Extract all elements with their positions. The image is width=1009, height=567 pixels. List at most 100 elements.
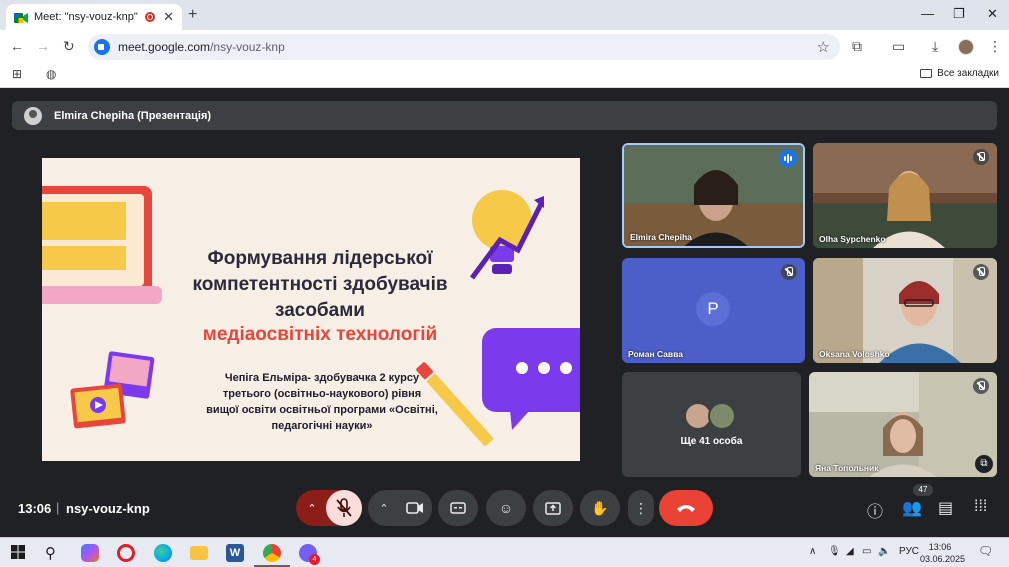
mic-off-icon <box>336 498 352 517</box>
more-vert-icon: ⋮ <box>634 499 648 516</box>
tray-mic-icon[interactable]: 🎙 <box>828 546 841 557</box>
edge-icon[interactable] <box>154 544 172 562</box>
battery-icon[interactable]: ▭ <box>862 546 871 557</box>
input-language[interactable]: РУС <box>899 546 919 557</box>
slide-title-line1: Формування лідерської <box>207 248 433 269</box>
opera-icon[interactable] <box>117 544 135 562</box>
meeting-time: 13:06 <box>18 501 52 516</box>
file-explorer-icon[interactable] <box>190 546 208 560</box>
slide-subtitle-line4: педагогічні науки» <box>271 420 373 432</box>
photos-illustration <box>70 351 155 429</box>
video-feed-oksana <box>813 258 997 363</box>
copilot-icon[interactable] <box>81 544 99 562</box>
reload-icon[interactable]: ↻ <box>63 38 75 55</box>
word-icon[interactable]: W <box>226 544 244 562</box>
more-participants-tile[interactable]: Ще 41 особа <box>622 372 801 477</box>
system-clock[interactable]: 13:06 03.06.2025 <box>920 541 966 565</box>
slide-subtitle-line1: Чепіга Ельміра- здобувачка 2 курсу <box>224 372 420 384</box>
slide-subtitle-line3: вищої освіти освітньої програми «Освітні… <box>206 404 438 416</box>
chat-icon[interactable]: ▤ <box>938 498 953 518</box>
clock-date: 03.06.2025 <box>920 554 966 564</box>
tray-chevron-icon[interactable]: ∧ <box>809 546 816 557</box>
leave-call-button[interactable] <box>659 490 713 526</box>
restore-icon[interactable]: ❐ <box>953 6 965 22</box>
notifications-icon[interactable]: 🗨 <box>978 544 993 558</box>
participant-tile-elmira[interactable]: Elmira Chepiha <box>622 143 805 248</box>
participant-tile-yana[interactable]: Яна Топольник ⧉ <box>809 372 997 477</box>
hand-icon: ✋ <box>591 499 609 516</box>
present-button[interactable] <box>533 490 573 526</box>
bookmark-star-icon[interactable]: ☆ <box>817 38 830 56</box>
activities-icon[interactable]: ⁞⁞⁞ <box>974 498 987 516</box>
url-path: /nsy-vouz-knp <box>210 40 285 54</box>
apps-grid-icon[interactable]: ⊞ <box>12 67 22 81</box>
clock-time: 13:06 <box>928 542 952 552</box>
address-bar[interactable]: meet.google.com/nsy-vouz-knp ☆ <box>88 34 840 60</box>
tile-name: Яна Топольник <box>815 463 879 473</box>
presenter-avatar <box>24 106 42 125</box>
slide-title-line3: засобами <box>275 300 365 321</box>
cast-icon[interactable]: ▭ <box>892 38 905 55</box>
windows-start-icon[interactable] <box>10 544 28 562</box>
frame-crop-icon[interactable]: ⧉ <box>975 455 993 473</box>
video-feed-yana <box>809 372 997 477</box>
more-options-button[interactable]: ⋮ <box>628 490 654 526</box>
camera-toggle-button[interactable] <box>398 490 432 526</box>
participant-tile-oksana[interactable]: Oksana Voloshko <box>813 258 997 363</box>
mic-muted-icon <box>973 378 989 394</box>
mic-toggle-button[interactable] <box>326 490 362 526</box>
all-bookmarks-label: Все закладки <box>937 68 999 79</box>
raise-hand-button[interactable]: ✋ <box>580 490 620 526</box>
tab-close-icon[interactable]: ✕ <box>163 9 174 25</box>
meet-stage: Elmira Chepiha (Презентація) Формування … <box>0 89 1009 537</box>
extensions-icon[interactable]: ⧉ <box>852 38 862 55</box>
laptop-illustration <box>42 186 162 304</box>
participant-tile-roman[interactable]: P Роман Савва <box>622 258 805 363</box>
captions-button[interactable] <box>438 490 478 526</box>
mic-muted-icon <box>973 264 989 280</box>
browser-tab-meet[interactable]: Meet: "nsy-vouz-knp" ✕ <box>6 4 182 30</box>
menu-kebab-icon[interactable]: ⋮ <box>988 38 1002 55</box>
chrome-icon[interactable] <box>263 544 281 562</box>
tile-name: Olha Sypchenko <box>819 234 886 244</box>
video-feed-olha <box>813 143 997 248</box>
viber-badge: 4 <box>309 554 320 565</box>
reactions-button[interactable]: ☺ <box>486 490 526 526</box>
windows-taskbar: ⚲ W 4 ∧ 🎙 ◢ ▭ 🔈 РУС 13:06 03.06.2025 🗨 <box>0 537 1009 567</box>
separator: | <box>56 500 60 515</box>
microphone-control: ⌃ <box>296 490 362 526</box>
volume-icon[interactable]: 🔈 <box>878 546 890 557</box>
participant-avatar-initial: P <box>696 292 730 326</box>
screen: Meet: "nsy-vouz-knp" ✕ + — ❐ ✕ ← → ↻ mee… <box>0 0 1009 567</box>
all-bookmarks-button[interactable]: Все закладки <box>920 68 999 79</box>
new-tab-icon[interactable]: + <box>188 6 197 24</box>
mic-muted-icon <box>973 149 989 165</box>
shared-slide: Формування лідерської компетентності здо… <box>42 158 580 461</box>
profile-avatar[interactable] <box>958 39 974 55</box>
captions-icon <box>450 502 466 514</box>
participant-tile-olha[interactable]: Olha Sypchenko <box>813 143 997 248</box>
tab-title: Meet: "nsy-vouz-knp" <box>34 11 138 23</box>
forward-icon[interactable]: → <box>36 38 50 54</box>
slide-title-accent: медіаосвітніх технологій <box>202 324 438 345</box>
meeting-info-icon[interactable]: ⓘ <box>867 498 883 522</box>
download-icon[interactable]: ⤓ <box>932 38 938 55</box>
minimize-icon[interactable]: — <box>921 6 934 21</box>
slide-subtitle-line2: третього (освітньо-наукового) рівня <box>222 388 422 400</box>
back-icon[interactable]: ← <box>10 38 24 54</box>
more-participants-label: Ще 41 особа <box>680 436 743 447</box>
emoji-icon: ☺ <box>498 500 514 516</box>
people-icon[interactable]: 👥 <box>902 498 922 518</box>
tile-name: Роман Савва <box>628 349 683 359</box>
camera-options-chevron-icon[interactable]: ⌃ <box>368 502 400 515</box>
speaking-indicator-icon <box>779 149 797 167</box>
mic-options-chevron-icon[interactable]: ⌃ <box>296 502 328 515</box>
window-close-icon[interactable]: ✕ <box>987 6 998 22</box>
network-icon[interactable]: ◢ <box>846 546 854 557</box>
globe-icon[interactable]: ◍ <box>46 67 56 81</box>
meeting-code: nsy-vouz-knp <box>66 501 150 516</box>
tile-name: Elmira Chepiha <box>630 232 692 242</box>
site-info-icon[interactable] <box>94 39 110 55</box>
meet-favicon-icon <box>14 11 28 23</box>
search-icon[interactable]: ⚲ <box>45 544 63 562</box>
